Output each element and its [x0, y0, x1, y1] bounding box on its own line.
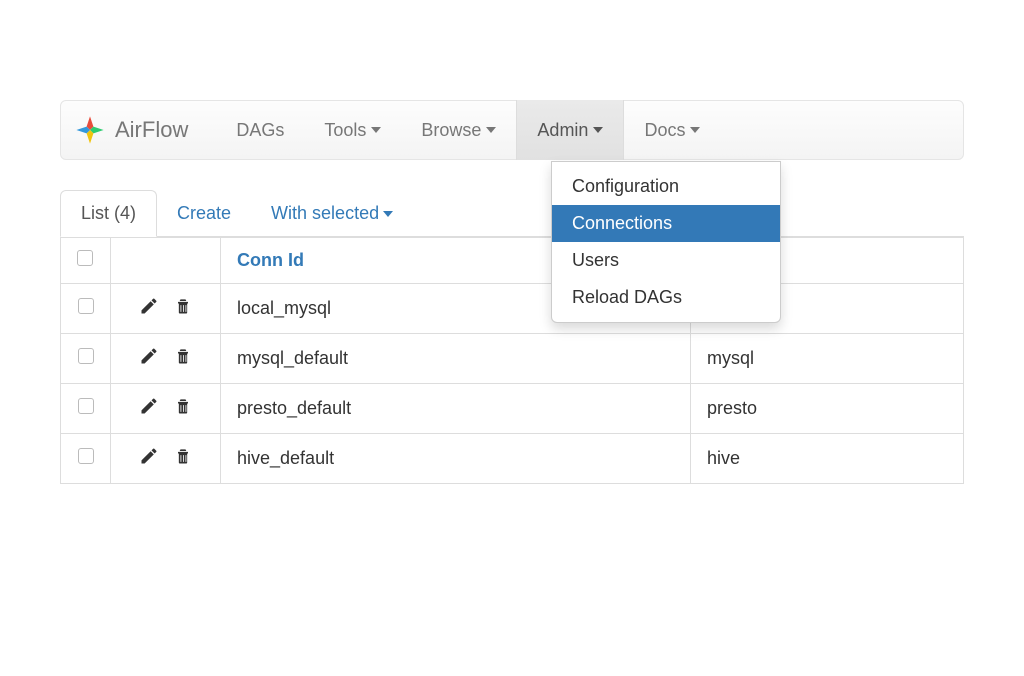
admin-dropdown-menu: Configuration Connections Users Reload D… [551, 161, 781, 323]
row-checkbox[interactable] [78, 398, 94, 414]
trash-icon [173, 446, 193, 466]
menu-item-connections[interactable]: Connections [552, 205, 780, 242]
edit-button[interactable] [139, 346, 159, 371]
tab-with-selected[interactable]: With selected [251, 191, 413, 236]
cell-conn-id: presto_default [221, 384, 691, 434]
chevron-down-icon [383, 211, 393, 217]
edit-button[interactable] [139, 446, 159, 471]
cell-conn-id: mysql_default [221, 334, 691, 384]
tab-row: List (4) Create With selected [60, 190, 964, 237]
pencil-icon [139, 446, 159, 466]
tab-create[interactable]: Create [157, 191, 251, 236]
delete-button[interactable] [173, 296, 193, 321]
airflow-logo-icon [73, 113, 107, 147]
nav-label: Tools [324, 120, 366, 141]
tab-label: Create [177, 203, 231, 223]
menu-item-label: Connections [572, 213, 672, 233]
nav-item-dags[interactable]: DAGs [216, 100, 304, 160]
nav-item-browse[interactable]: Browse [401, 100, 516, 160]
chevron-down-icon [690, 127, 700, 133]
pencil-icon [139, 396, 159, 416]
nav-item-docs[interactable]: Docs [624, 100, 720, 160]
brand-name: AirFlow [115, 117, 188, 143]
header-checkbox-cell [61, 238, 111, 284]
row-checkbox[interactable] [78, 348, 94, 364]
tab-label: With selected [271, 203, 379, 223]
delete-button[interactable] [173, 396, 193, 421]
cell-conn-type: presto [691, 384, 964, 434]
delete-button[interactable] [173, 346, 193, 371]
edit-button[interactable] [139, 296, 159, 321]
trash-icon [173, 346, 193, 366]
table-header-row: Conn Id ype [61, 238, 964, 284]
nav-label: Docs [644, 120, 685, 141]
delete-button[interactable] [173, 446, 193, 471]
menu-item-configuration[interactable]: Configuration [552, 168, 780, 205]
tab-label: List (4) [81, 203, 136, 223]
row-checkbox[interactable] [78, 448, 94, 464]
nav-item-tools[interactable]: Tools [304, 100, 401, 160]
nav-label: Browse [421, 120, 481, 141]
navbar: AirFlow DAGs Tools Browse Admin Docs Con… [60, 100, 964, 160]
menu-item-reload-dags[interactable]: Reload DAGs [552, 279, 780, 316]
table-row: local_mysql mysql [61, 284, 964, 334]
header-actions-cell [111, 238, 221, 284]
menu-item-label: Users [572, 250, 619, 270]
brand[interactable]: AirFlow [73, 113, 188, 147]
table-row: mysql_default mysql [61, 334, 964, 384]
table-row: presto_default presto [61, 384, 964, 434]
nav-label: Admin [537, 120, 588, 141]
nav-label: DAGs [236, 120, 284, 141]
cell-conn-type: mysql [691, 334, 964, 384]
pencil-icon [139, 346, 159, 366]
trash-icon [173, 296, 193, 316]
menu-item-users[interactable]: Users [552, 242, 780, 279]
tab-list[interactable]: List (4) [60, 190, 157, 237]
table-row: hive_default hive [61, 434, 964, 484]
nav-item-admin[interactable]: Admin [516, 100, 624, 160]
edit-button[interactable] [139, 396, 159, 421]
connections-table: Conn Id ype local_mysql mysql [60, 237, 964, 484]
cell-conn-id: hive_default [221, 434, 691, 484]
select-all-checkbox[interactable] [77, 250, 93, 266]
pencil-icon [139, 296, 159, 316]
trash-icon [173, 396, 193, 416]
chevron-down-icon [486, 127, 496, 133]
menu-item-label: Configuration [572, 176, 679, 196]
menu-item-label: Reload DAGs [572, 287, 682, 307]
header-label: Conn Id [237, 250, 304, 270]
cell-conn-type: hive [691, 434, 964, 484]
chevron-down-icon [371, 127, 381, 133]
row-checkbox[interactable] [78, 298, 94, 314]
chevron-down-icon [593, 127, 603, 133]
